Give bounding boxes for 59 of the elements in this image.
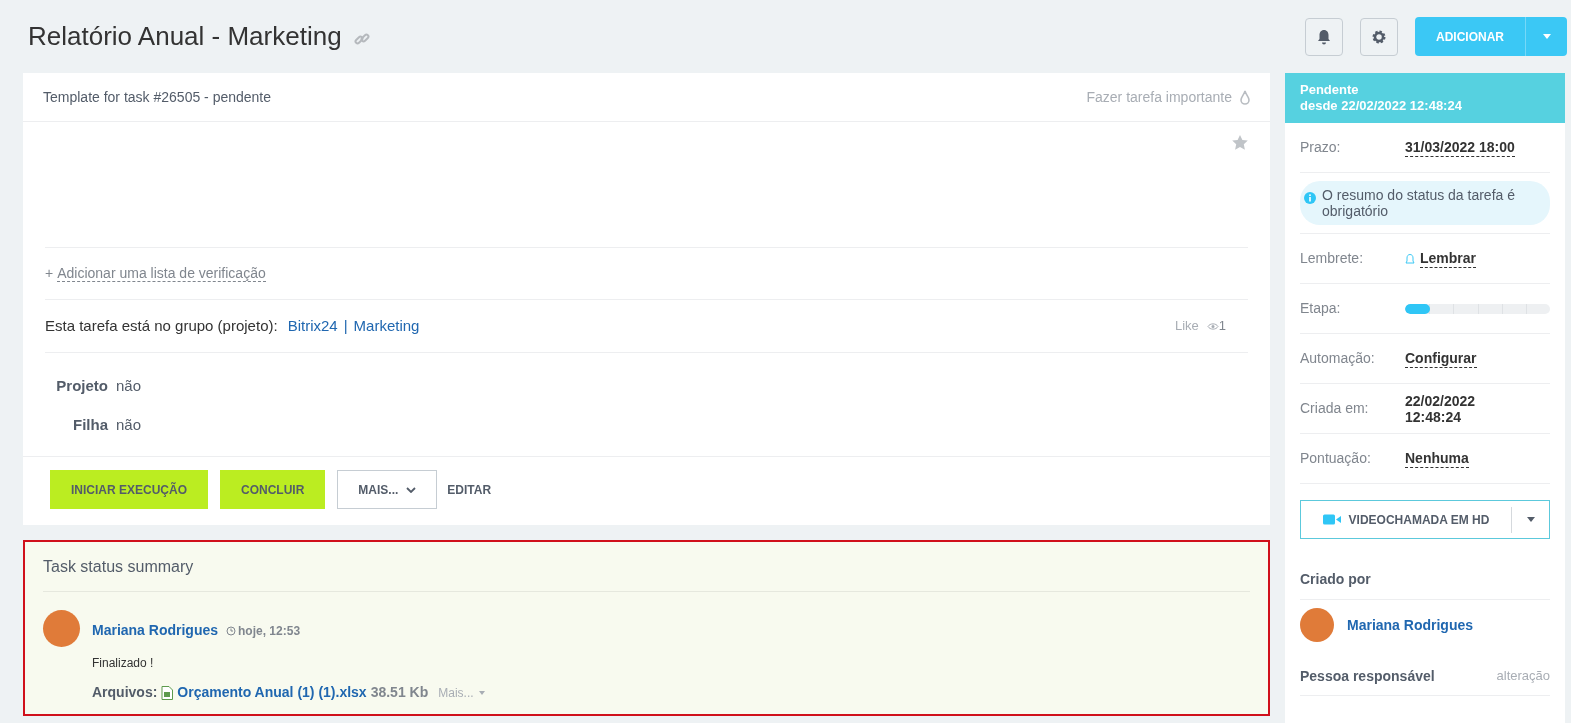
remind-link[interactable]: Lembrar <box>1420 249 1477 268</box>
field-label: Automação: <box>1300 349 1376 368</box>
link-separator: | <box>343 315 348 336</box>
page-title: Relatório Anual - Marketing <box>28 20 342 53</box>
field-value: 22/02/2022 12:48:24 <box>1405 392 1477 425</box>
edit-link[interactable]: EDITAR <box>447 480 492 499</box>
comment-text: Finalizado ! <box>92 655 155 672</box>
field-value-link[interactable]: Nenhuma <box>1405 449 1469 468</box>
file-link[interactable]: Orçamento Anual (1) (1).xlsx <box>177 682 367 703</box>
files-label: Arquivos: <box>92 683 158 702</box>
add-checklist-link[interactable]: Adicionar uma lista de verificação <box>57 265 266 282</box>
status-label: Pendente <box>1300 82 1360 98</box>
field-label: Filha <box>72 414 108 435</box>
settings-button[interactable] <box>1360 17 1398 56</box>
caret-icon <box>1542 34 1551 39</box>
star-icon <box>1232 135 1248 150</box>
more-button[interactable]: MAIS... <box>337 470 438 509</box>
group-link[interactable]: Bitrix24 <box>287 314 338 338</box>
created-by-label: Criado por <box>1300 571 1371 587</box>
chevron-down-icon <box>406 486 417 493</box>
field-label: Lembrete: <box>1300 249 1365 268</box>
field-label: Pontuação: <box>1300 449 1372 468</box>
field-value: não <box>116 376 142 396</box>
caret-icon <box>478 690 485 695</box>
eye-icon <box>1206 321 1219 331</box>
notifications-button[interactable] <box>1305 17 1343 56</box>
bell-icon <box>1405 252 1415 265</box>
bell-icon <box>1316 28 1332 45</box>
plus-sign: + <box>45 264 54 283</box>
group-link[interactable]: Marketing <box>353 314 420 338</box>
responsible-label: Pessoa responsável <box>1300 667 1435 686</box>
field-label: Criada em: <box>1300 399 1370 418</box>
action-button[interactable]: INICIAR EXECUÇÃO <box>50 470 208 509</box>
avatar <box>43 610 80 647</box>
task-subtitle: Template for task #26505 - pendente <box>43 87 272 107</box>
field-label: Etapa: <box>1300 299 1342 318</box>
file-size: 38.51 Kb <box>370 683 429 702</box>
caret-icon <box>1526 517 1535 522</box>
view-count: 1 <box>1218 317 1226 336</box>
field-label: Prazo: <box>1300 138 1342 157</box>
field-label: Projeto <box>55 376 108 396</box>
author-link[interactable]: Mariana Rodrigues <box>92 620 219 641</box>
summary-title: Task status summary <box>43 556 194 577</box>
notice-text: O resumo do status da tarefa é obrigatório <box>1322 187 1516 219</box>
action-button[interactable]: CONCLUIR <box>220 470 326 509</box>
status-since: desde 22/02/2022 12:48:24 <box>1300 98 1463 114</box>
comment-time: hoje, 12:53 <box>238 622 301 640</box>
settings-icon <box>1371 28 1387 45</box>
clock-icon <box>226 625 237 636</box>
field-value-link[interactable]: Configurar <box>1405 349 1477 368</box>
field-value: não <box>116 414 142 435</box>
avatar <box>1300 608 1334 642</box>
video-camera-icon <box>1322 514 1341 525</box>
creator-link[interactable]: Mariana Rodrigues <box>1347 614 1474 636</box>
info-icon <box>1304 192 1316 204</box>
spreadsheet-file-icon <box>161 685 174 700</box>
link-icon <box>353 30 370 47</box>
field-value-link[interactable]: 31/03/2022 18:00 <box>1405 138 1515 157</box>
group-label: Esta tarefa está no grupo (projeto): <box>45 315 278 336</box>
